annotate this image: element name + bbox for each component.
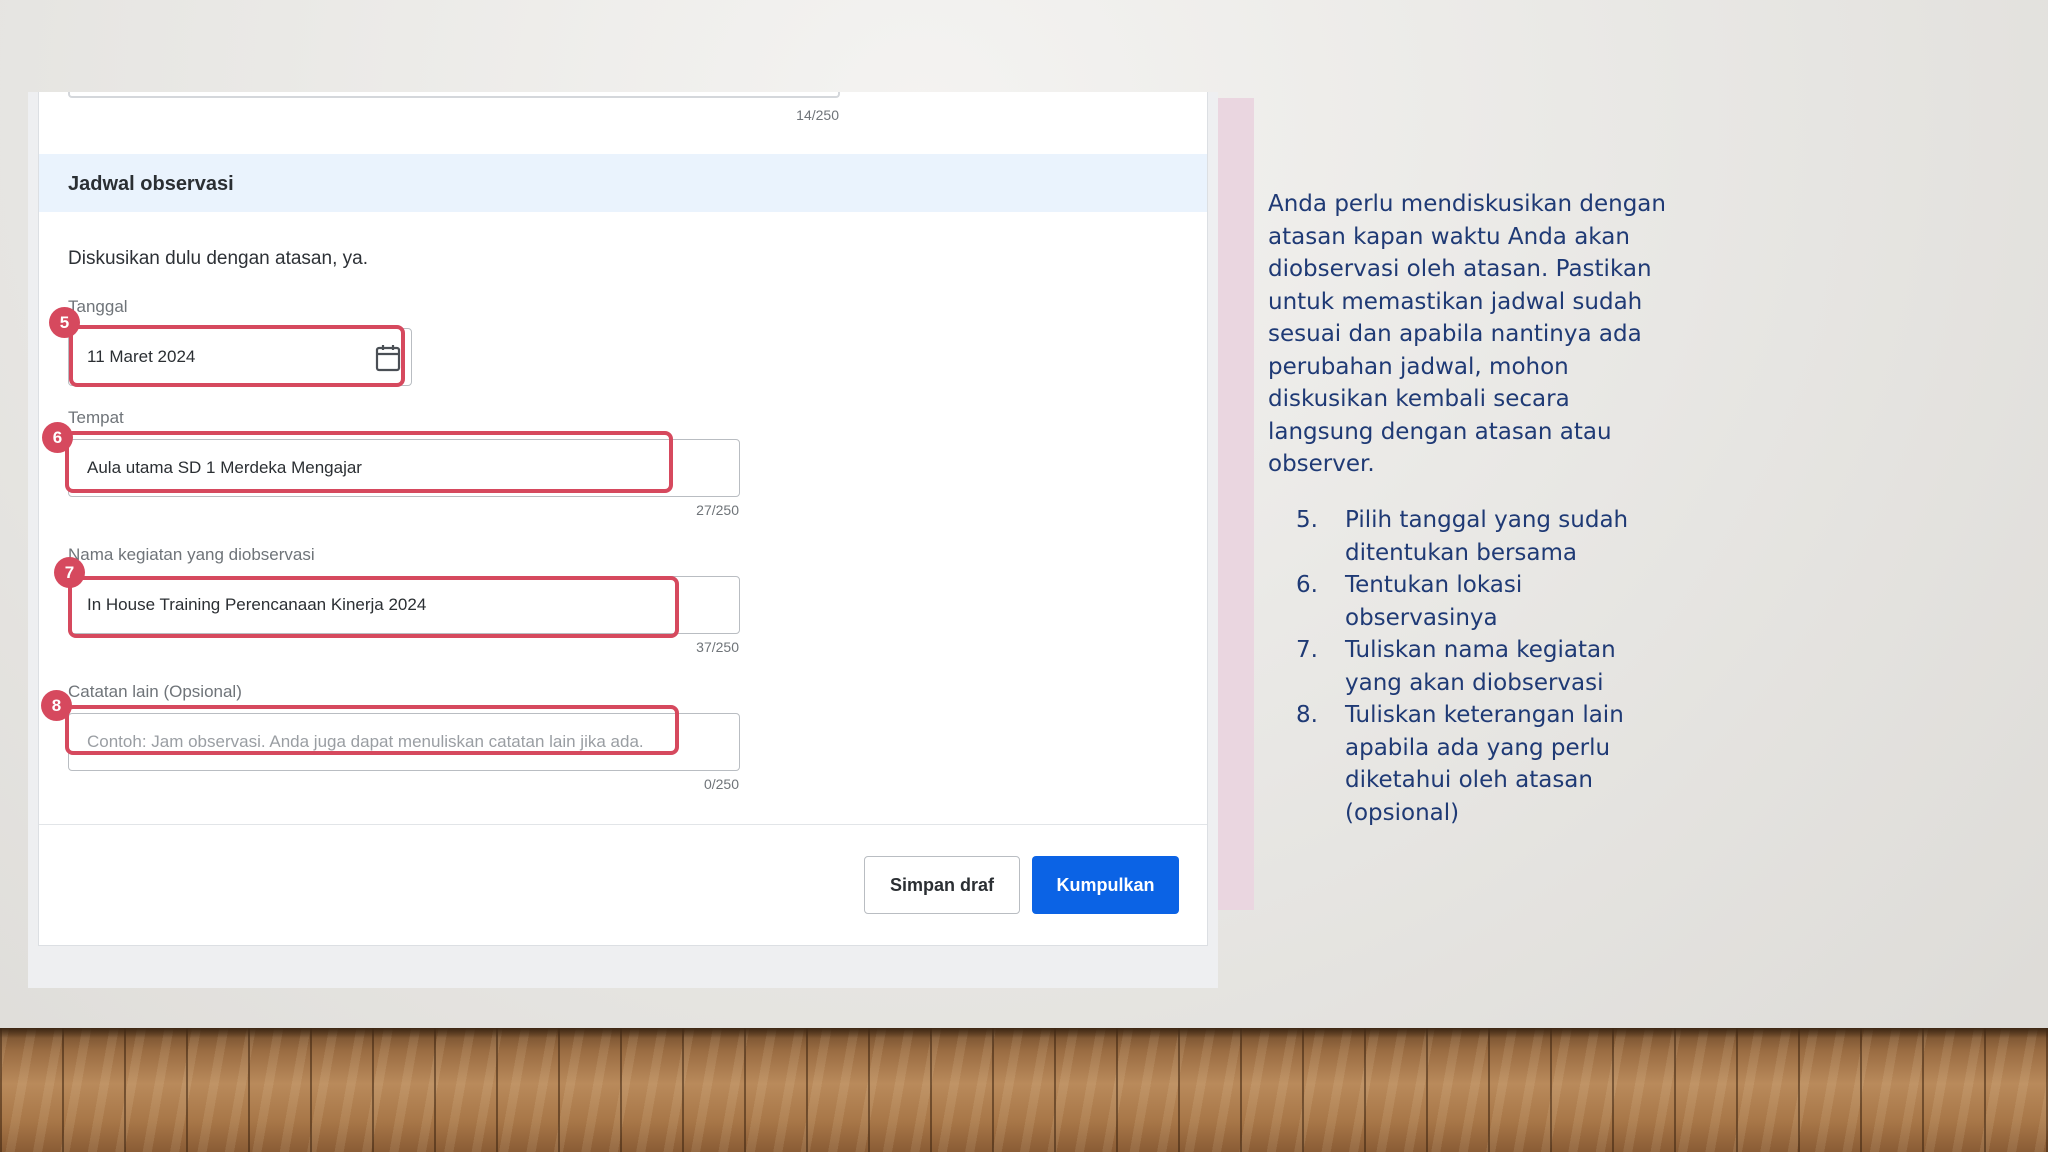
explanation-paragraph: Anda perlu mendiskusikan dengan atasan k… (1268, 191, 1666, 477)
activity-label: Nama kegiatan yang diobservasi (68, 545, 315, 564)
step-item: 6. Tentukan lokasi observasinya (1296, 569, 1676, 634)
step-text: Tuliskan keterangan lain apabila ada yan… (1345, 702, 1624, 826)
date-input[interactable]: 11 Maret 2024 (68, 328, 412, 386)
step-badge-8: 8 (41, 690, 72, 721)
step-item: 5. Pilih tanggal yang sudah ditentukan be… (1296, 504, 1676, 569)
notes-placeholder: Contoh: Jam observasi. Anda juga dapat m… (87, 732, 644, 751)
activity-value: In House Training Perencanaan Kinerja 20… (87, 595, 427, 614)
step-text: Tentukan lokasi observasinya (1345, 572, 1523, 631)
step-number: 8. (1296, 702, 1318, 728)
form-screenshot: 14/250 Jadwal observasi Diskusikan dulu … (28, 92, 1218, 988)
notes-input[interactable]: Contoh: Jam observasi. Anda juga dapat m… (68, 713, 740, 771)
step-number: 7. (1296, 637, 1318, 663)
step-item: 7. Tuliskan nama kegiatan yang akan diobs… (1296, 634, 1676, 699)
step-badge-5: 5 (49, 307, 80, 338)
step-badge-6: 6 (42, 422, 73, 453)
place-label: Tempat (68, 408, 124, 427)
activity-input[interactable]: In House Training Perencanaan Kinerja 20… (68, 576, 740, 634)
date-value: 11 Maret 2024 (87, 347, 196, 366)
step-text: Tuliskan nama kegiatan yang akan diobser… (1345, 637, 1616, 696)
section-header: Jadwal observasi (39, 154, 1207, 212)
previous-field-bottom (68, 92, 840, 98)
step-text: Pilih tanggal yang sudah ditentukan bers… (1345, 507, 1629, 566)
steps-list: 5. Pilih tanggal yang sudah ditentukan be… (1296, 504, 1676, 829)
notes-counter: 0/250 (703, 776, 739, 792)
previous-field-counter: 14/250 (796, 107, 839, 123)
step-badge-7: 7 (54, 557, 85, 588)
step-item: 8. Tuliskan keterangan lain apabila ada y… (1296, 699, 1676, 829)
place-counter: 27/250 (696, 502, 739, 518)
place-input[interactable]: Aula utama SD 1 Merdeka Mengajar (68, 439, 740, 497)
pink-accent-bar (1218, 98, 1254, 910)
form-card: 14/250 Jadwal observasi Diskusikan dulu … (38, 92, 1208, 946)
save-draft-button[interactable]: Simpan draf (864, 856, 1020, 914)
calendar-icon[interactable] (375, 344, 401, 372)
activity-counter: 37/250 (696, 639, 739, 655)
step-number: 5. (1296, 507, 1318, 533)
wooden-floor (0, 1028, 2048, 1152)
step-number: 6. (1296, 572, 1318, 598)
section-description: Diskusikan dulu dengan atasan, ya. (68, 248, 368, 269)
submit-button[interactable]: Kumpulkan (1032, 856, 1179, 914)
notes-label: Catatan lain (Opsional) (68, 682, 242, 701)
section-title: Jadwal observasi (68, 173, 234, 195)
form-footer-divider (39, 824, 1207, 825)
place-value: Aula utama SD 1 Merdeka Mengajar (87, 458, 362, 477)
